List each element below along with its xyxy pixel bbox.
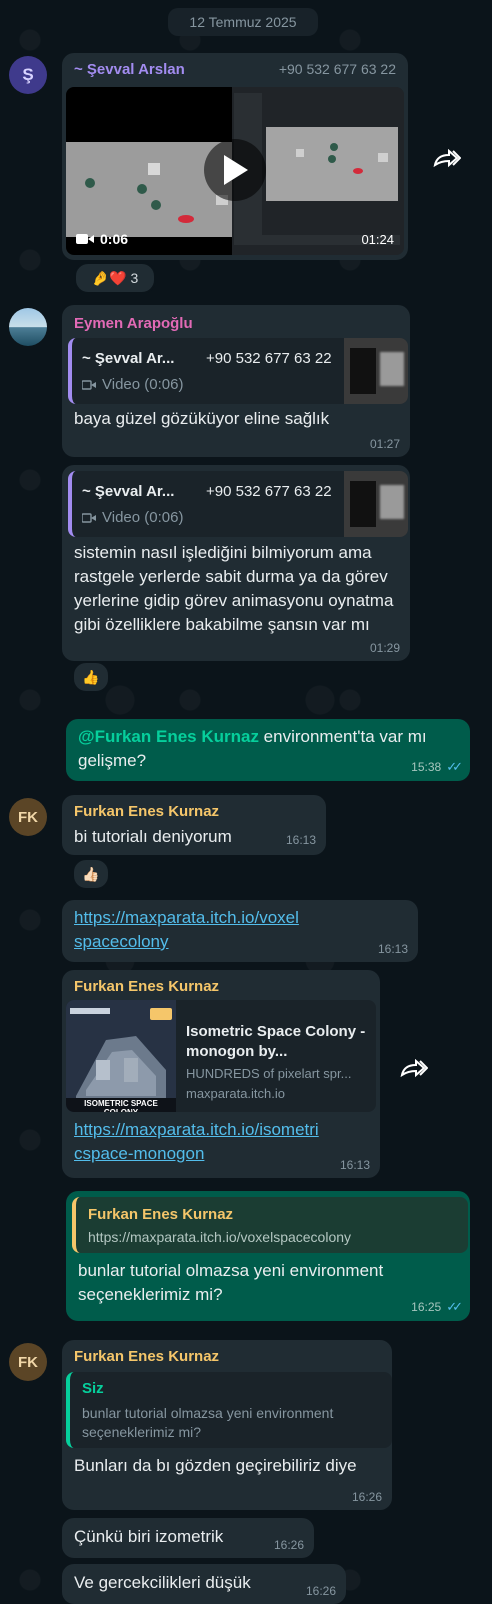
play-button[interactable] xyxy=(204,139,266,201)
link-preview-card[interactable]: ISOMETRIC SPACE COLONY Isometric Space C… xyxy=(66,1000,376,1112)
message-time: 16:13 xyxy=(339,1158,370,1172)
link-preview-message-bubble[interactable]: Furkan Enes Kurnaz ISOMETRIC SPACE COLON… xyxy=(62,970,380,1178)
quoted-message[interactable]: ~ Şevval Ar... +90 532 677 63 22 Video (… xyxy=(68,471,408,537)
outgoing-message-bubble[interactable]: Furkan Enes Kurnaz https://maxparata.itc… xyxy=(66,1191,470,1321)
link-message-bubble[interactable]: https://maxparata.itch.io/voxelspacecolo… xyxy=(62,900,418,962)
sender-name[interactable]: ~ Şevval Arslan xyxy=(74,61,185,78)
sender-phone: +90 532 677 63 22 xyxy=(278,61,396,77)
quote-text: bunlar tutorial olmazsa yeni environment… xyxy=(82,1405,334,1440)
sender-name[interactable]: Furkan Enes Kurnaz xyxy=(74,978,219,995)
thumbnail-caption: ISOMETRIC SPACE COLONY xyxy=(84,1099,158,1112)
quoted-message[interactable]: Siz bunlar tutorial olmazsa yeni environ… xyxy=(66,1372,392,1448)
avatar-eymen[interactable] xyxy=(9,308,47,346)
mention[interactable]: @Furkan Enes Kurnaz xyxy=(78,727,259,746)
reaction-count: 3 xyxy=(130,270,139,286)
date-separator: 12 Temmuz 2025 xyxy=(168,8,318,36)
message-link[interactable]: https://maxparata.itch.io/isometricspace… xyxy=(74,1118,324,1166)
message-time: 16:26 xyxy=(273,1538,304,1552)
message-time: 16:13 xyxy=(285,833,316,847)
thumbs-up-icon: 👍 xyxy=(82,668,100,685)
message-text: bi tutorialı deniyorum xyxy=(74,827,232,846)
quote-text: https://maxparata.itch.io/voxelspacecolo… xyxy=(88,1229,352,1245)
message-text: Çünkü biri izometrik xyxy=(74,1527,224,1546)
quote-type-label: Video (0:06) xyxy=(102,509,184,526)
read-receipt-icon: ✓✓ xyxy=(446,1299,463,1314)
message-time: 16:26 xyxy=(305,1584,336,1598)
thumbs-up-icon: 👍🏻 xyxy=(82,865,100,882)
link-preview-thumbnail: ISOMETRIC SPACE COLONY xyxy=(66,1000,176,1112)
message-text: Ve gercekcilikleri düşük xyxy=(74,1573,251,1592)
message-time: 01:27 xyxy=(369,437,400,451)
message-bubble[interactable]: Furkan Enes Kurnaz bi tutorialı deniyoru… xyxy=(62,795,326,855)
quote-sender: Siz xyxy=(82,1380,104,1397)
message-text: sistemin nasıl işlediğini bilmiyorum ama… xyxy=(74,543,394,634)
reaction-emojis: 🤌❤️ xyxy=(91,269,127,286)
message-time: 16:13 xyxy=(377,942,408,956)
message-text: @Furkan Enes Kurnaz environment'ta var m… xyxy=(78,725,458,773)
message-time-label: 15:38 xyxy=(411,760,442,774)
video-duration-label: 0:06 xyxy=(100,231,129,247)
avatar-furkan[interactable]: FK xyxy=(9,1343,47,1381)
message-time-label: 16:25 xyxy=(411,1300,442,1314)
message-text: Bunları da bı gözden geçirebiliriz diye xyxy=(74,1456,357,1475)
quote-phone: +90 532 677 63 22 xyxy=(206,483,332,500)
play-icon xyxy=(224,155,248,185)
quote-thumbnail xyxy=(344,471,408,537)
video-camera-icon xyxy=(82,512,96,523)
video-message-bubble[interactable]: ~ Şevval Arslan +90 532 677 63 22 0:06 0… xyxy=(62,53,408,260)
video-duration: 0:06 xyxy=(76,231,128,247)
forward-button[interactable] xyxy=(430,142,464,176)
link-preview-domain: maxparata.itch.io xyxy=(186,1086,285,1101)
sender-name[interactable]: Eymen Arapoğlu xyxy=(74,315,193,332)
forward-button[interactable] xyxy=(397,1052,431,1086)
message-time: 16:26 xyxy=(351,1490,382,1504)
message-bubble[interactable]: Furkan Enes Kurnaz Siz bunlar tutorial o… xyxy=(62,1340,392,1510)
message-bubble[interactable]: Çünkü biri izometrik 16:26 xyxy=(62,1518,314,1558)
message-time: 01:29 xyxy=(369,641,400,655)
video-camera-icon xyxy=(76,234,94,244)
link-preview-description: HUNDREDS of pixelart spr... xyxy=(186,1066,352,1081)
message-time: 01:24 xyxy=(361,232,394,247)
quoted-message[interactable]: ~ Şevval Ar... +90 532 677 63 22 Video (… xyxy=(68,338,408,404)
avatar-furkan[interactable]: FK xyxy=(9,798,47,836)
message-text: baya güzel gözüküyor eline sağlık xyxy=(74,409,330,428)
reactions-pill[interactable]: 🤌❤️ 3 xyxy=(74,262,156,294)
message-bubble[interactable]: Ve gercekcilikleri düşük 16:26 xyxy=(62,1564,346,1604)
quote-type: Video (0:06) xyxy=(82,509,183,526)
quoted-message[interactable]: Furkan Enes Kurnaz https://maxparata.itc… xyxy=(72,1197,468,1253)
quote-phone: +90 532 677 63 22 xyxy=(206,350,332,367)
forward-icon xyxy=(400,1059,428,1078)
quote-sender: Furkan Enes Kurnaz xyxy=(88,1206,234,1223)
thumbnail-art xyxy=(66,1000,176,1112)
quote-sender: ~ Şevval Ar... xyxy=(82,350,175,367)
quote-sender: ~ Şevval Ar... xyxy=(82,483,175,500)
message-link[interactable]: https://maxparata.itch.io/voxelspacecolo… xyxy=(74,906,304,954)
forward-icon xyxy=(433,149,461,168)
message-time: 15:38 ✓✓ xyxy=(411,759,463,775)
reaction-pill[interactable]: 👍 xyxy=(72,661,110,693)
video-thumbnail[interactable]: 0:06 01:24 xyxy=(66,87,404,255)
link-preview-title: Isometric Space Colony - monogon by... xyxy=(186,1023,366,1060)
video-camera-icon xyxy=(82,379,96,390)
read-receipt-icon: ✓✓ xyxy=(446,759,463,774)
message-bubble[interactable]: Eymen Arapoğlu ~ Şevval Ar... +90 532 67… xyxy=(62,305,410,457)
outgoing-message-bubble[interactable]: @Furkan Enes Kurnaz environment'ta var m… xyxy=(66,719,470,781)
quote-thumbnail xyxy=(344,338,408,404)
message-text: bunlar tutorial olmazsa yeni environment… xyxy=(78,1261,384,1304)
reaction-pill[interactable]: 👍🏻 xyxy=(72,858,110,890)
message-time: 16:25 ✓✓ xyxy=(411,1299,463,1315)
sender-name[interactable]: Furkan Enes Kurnaz xyxy=(74,803,219,820)
sender-name[interactable]: Furkan Enes Kurnaz xyxy=(74,1348,219,1365)
quote-type-label: Video (0:06) xyxy=(102,376,184,393)
quote-type: Video (0:06) xyxy=(82,376,183,393)
message-bubble[interactable]: ~ Şevval Ar... +90 532 677 63 22 Video (… xyxy=(62,465,410,661)
avatar-sevval[interactable]: Ş xyxy=(9,56,47,94)
